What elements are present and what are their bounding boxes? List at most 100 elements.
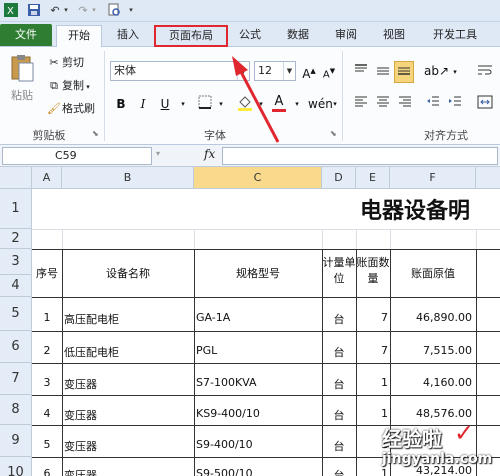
undo-icon[interactable]: ↶ — [48, 3, 62, 18]
cell-name[interactable]: 变压器 — [64, 467, 97, 476]
row-header-6[interactable]: 6 — [0, 331, 32, 363]
wrap-text-icon[interactable] — [476, 63, 494, 81]
row-header-1[interactable]: 1 — [0, 189, 32, 229]
font-color-icon[interactable]: A — [270, 93, 288, 112]
cell-value[interactable]: 4,160.00 — [390, 376, 472, 389]
cell-name[interactable]: 高压配电柜 — [64, 311, 119, 327]
cell-model[interactable]: S7-100KVA — [196, 376, 257, 389]
underline-button[interactable]: U — [156, 95, 174, 113]
cell-unit[interactable]: 台 — [322, 344, 356, 360]
column-header-d[interactable]: D — [322, 167, 356, 189]
cell-name[interactable]: 变压器 — [64, 376, 97, 392]
tab-view[interactable]: 视图 — [374, 25, 414, 47]
cell-seq[interactable]: 2 — [32, 344, 62, 357]
column-header-e[interactable]: E — [356, 167, 390, 189]
redo-dropdown-icon[interactable]: ▾ — [90, 3, 98, 18]
merge-center-icon[interactable] — [476, 95, 494, 113]
bold-button[interactable]: B — [112, 95, 130, 113]
italic-button[interactable]: I — [134, 95, 152, 113]
grow-font-icon[interactable]: A▲ — [300, 62, 318, 81]
row-header-4[interactable]: 4 — [0, 275, 32, 297]
undo-dropdown-icon[interactable]: ▾ — [62, 3, 70, 18]
cell-seq[interactable]: 3 — [32, 376, 62, 389]
save-icon[interactable] — [26, 3, 42, 18]
formula-input[interactable] — [222, 147, 498, 165]
align-bottom-icon[interactable] — [394, 61, 414, 83]
align-center-icon[interactable] — [374, 95, 392, 113]
column-header-f[interactable]: F — [390, 167, 476, 189]
cell-model[interactable]: GA-1A — [196, 311, 230, 324]
cut-button[interactable]: ✂ 剪切 — [46, 55, 84, 71]
cell-seq[interactable]: 4 — [32, 407, 62, 420]
align-top-icon[interactable] — [352, 63, 370, 81]
cell-unit[interactable]: 台 — [322, 407, 356, 423]
print-preview-icon[interactable] — [106, 3, 122, 18]
tab-insert[interactable]: 插入 — [106, 25, 150, 47]
tab-data[interactable]: 数据 — [278, 25, 318, 47]
chevron-down-icon[interactable]: ▼ — [237, 62, 249, 80]
font-size-combo[interactable]: 12 ▼ — [254, 61, 296, 81]
font-name-combo[interactable]: 宋体 ▼ — [110, 61, 250, 81]
row-header-9[interactable]: 9 — [0, 425, 32, 457]
orientation-dropdown-icon[interactable]: ▾ — [446, 63, 464, 81]
underline-dropdown-icon[interactable]: ▾ — [174, 95, 192, 113]
cell-seq[interactable]: 6 — [32, 467, 62, 476]
fill-color-dropdown-icon[interactable]: ▾ — [252, 95, 270, 113]
column-header-a[interactable]: A — [32, 167, 62, 189]
select-all-corner[interactable] — [0, 167, 32, 189]
cell-seq[interactable]: 1 — [32, 311, 62, 324]
insert-function-icon[interactable]: fx — [204, 147, 215, 161]
increase-indent-icon[interactable] — [446, 95, 464, 113]
phonetic-guide-icon[interactable]: wén — [308, 95, 333, 113]
tab-page-layout[interactable]: 页面布局 — [154, 25, 228, 47]
column-header-g[interactable] — [476, 167, 500, 189]
cell-model[interactable]: PGL — [196, 344, 217, 357]
cell-unit[interactable]: 台 — [322, 376, 356, 392]
cell-name[interactable]: 变压器 — [64, 438, 97, 454]
paste-button[interactable]: 粘贴 — [8, 53, 36, 113]
row-header-8[interactable]: 8 — [0, 395, 32, 425]
cell-unit[interactable]: 台 — [322, 311, 356, 327]
redo-icon[interactable]: ↷ — [76, 3, 90, 18]
cell-qty[interactable]: 1 — [356, 376, 388, 389]
decrease-indent-icon[interactable] — [424, 95, 442, 113]
tab-file[interactable]: 文件 — [0, 24, 52, 46]
cell-qty[interactable]: 7 — [356, 344, 388, 357]
cell-name[interactable]: 低压配电柜 — [64, 344, 119, 360]
cell-name[interactable]: 变压器 — [64, 407, 97, 423]
cell-model[interactable]: S9-500/10 — [196, 467, 253, 476]
shrink-font-icon[interactable]: A▼ — [320, 62, 338, 80]
cell-qty[interactable]: 7 — [356, 311, 388, 324]
cell-unit[interactable]: 台 — [322, 467, 356, 476]
name-box[interactable]: C59 — [2, 147, 152, 165]
cell-value[interactable]: 7,515.00 — [390, 344, 472, 357]
clipboard-launcher-icon[interactable]: ⬊ — [92, 129, 99, 138]
row-header-10[interactable]: 10 — [0, 457, 32, 476]
tab-review[interactable]: 审阅 — [326, 25, 366, 47]
column-header-c[interactable]: C — [194, 167, 322, 189]
align-middle-icon[interactable] — [374, 63, 392, 81]
customize-toolbar-icon[interactable]: ▾ — [126, 3, 136, 18]
row-header-5[interactable]: 5 — [0, 297, 32, 331]
row-header-2[interactable]: 2 — [0, 229, 32, 249]
cell-model[interactable]: KS9-400/10 — [196, 407, 260, 420]
name-box-dropdown-icon[interactable]: ▾ — [156, 149, 160, 158]
borders-dropdown-icon[interactable]: ▾ — [212, 95, 230, 113]
cell-model[interactable]: S9-400/10 — [196, 438, 253, 451]
row-header-3[interactable]: 3 — [0, 249, 32, 275]
format-painter-button[interactable]: 🖌格式刷 — [46, 101, 95, 117]
cell-value[interactable]: 46,890.00 — [390, 311, 472, 324]
column-header-b[interactable]: B — [62, 167, 194, 189]
row-header-7[interactable]: 7 — [0, 363, 32, 395]
cell-unit[interactable]: 台 — [322, 438, 356, 454]
font-launcher-icon[interactable]: ⬊ — [330, 129, 337, 138]
font-color-dropdown-icon[interactable]: ▾ — [288, 95, 306, 113]
orientation-icon[interactable]: ab↗ — [424, 62, 449, 80]
tab-home[interactable]: 开始 — [56, 25, 102, 48]
align-right-icon[interactable] — [396, 95, 414, 113]
tab-developer[interactable]: 开发工具 — [424, 25, 486, 47]
align-left-icon[interactable] — [352, 95, 370, 113]
copy-button[interactable]: ⧉ 复制 ▾ — [46, 78, 90, 95]
tab-formulas[interactable]: 公式 — [230, 25, 270, 47]
cell-qty[interactable]: 1 — [356, 407, 388, 420]
